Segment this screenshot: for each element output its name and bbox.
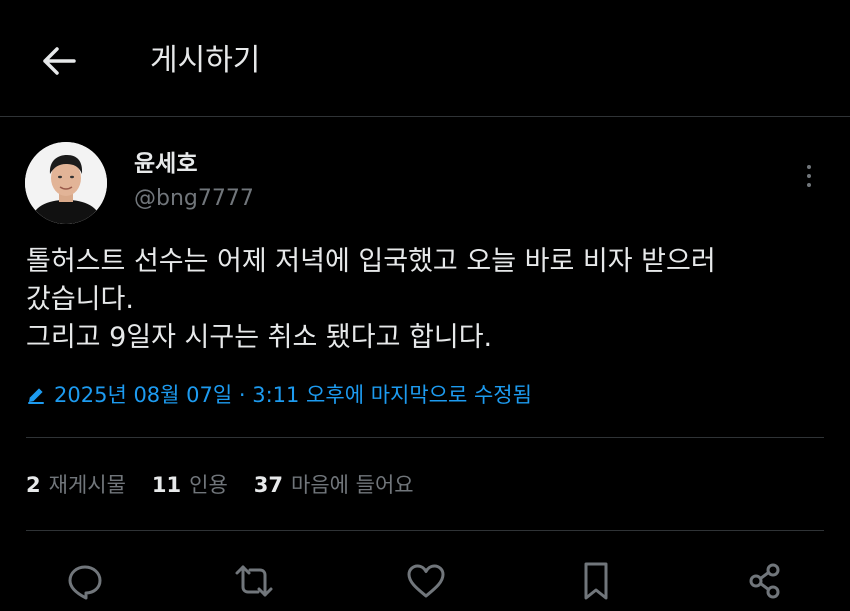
heart-icon	[407, 564, 445, 598]
retweet-button[interactable]	[232, 559, 276, 603]
avatar[interactable]	[25, 142, 107, 224]
tweet-text-line: 갔습니다.	[26, 284, 134, 315]
header-bar: 게시하기	[0, 0, 850, 117]
tweet-text-line: 그리고 9일자 시구는 취소 됐다고 합니다.	[26, 322, 493, 353]
more-vertical-icon-dot	[807, 183, 811, 187]
share-icon	[749, 563, 780, 599]
tweet-text: 톨허스트 선수는 어제 저녁에 입국했고 오늘 바로 비자 받으러 갔습니다. …	[26, 243, 816, 357]
likes-stat[interactable]: 37 마음에 들어요	[254, 470, 414, 500]
arrow-left-icon	[43, 47, 76, 75]
avatar-image	[25, 142, 107, 224]
share-button[interactable]	[743, 559, 787, 603]
action-bar	[0, 555, 850, 605]
more-vertical-icon	[807, 165, 811, 169]
engagement-stats: 2 재게시물 11 인용 37 마음에 들어요	[26, 470, 440, 500]
page-title: 게시하기	[150, 43, 261, 78]
back-button[interactable]	[34, 40, 82, 82]
retweets-stat[interactable]: 2 재게시물	[26, 470, 126, 500]
edited-timestamp: 2025년 08월 07일 · 3:11 오후에 마지막으로 수정됨	[54, 383, 532, 407]
pencil-icon	[26, 385, 46, 405]
quotes-label: 인용	[189, 473, 228, 497]
author-display-name[interactable]: 윤세호	[134, 150, 197, 178]
edit-history-link[interactable]: 2025년 08월 07일 · 3:11 오후에 마지막으로 수정됨	[26, 380, 532, 410]
more-options-button[interactable]	[796, 160, 822, 192]
likes-label: 마음에 들어요	[291, 473, 414, 497]
tweet-text-line: 톨허스트 선수는 어제 저녁에 입국했고 오늘 바로 비자 받으러	[26, 246, 716, 277]
reply-icon	[68, 565, 102, 600]
author-handle[interactable]: @bng7777	[134, 186, 254, 212]
quotes-count: 11	[151, 473, 182, 497]
like-button[interactable]	[404, 559, 448, 603]
retweets-count: 2	[26, 473, 41, 497]
retweet-icon	[235, 565, 273, 597]
bookmark-icon	[584, 562, 608, 600]
reply-button[interactable]	[63, 559, 107, 603]
more-vertical-icon-dot	[807, 174, 811, 178]
bookmark-button[interactable]	[574, 559, 618, 603]
likes-count: 37	[253, 473, 284, 497]
retweets-label: 재게시물	[48, 473, 126, 497]
quotes-stat[interactable]: 11 인용	[152, 470, 228, 500]
divider	[26, 530, 824, 531]
divider	[26, 437, 824, 438]
